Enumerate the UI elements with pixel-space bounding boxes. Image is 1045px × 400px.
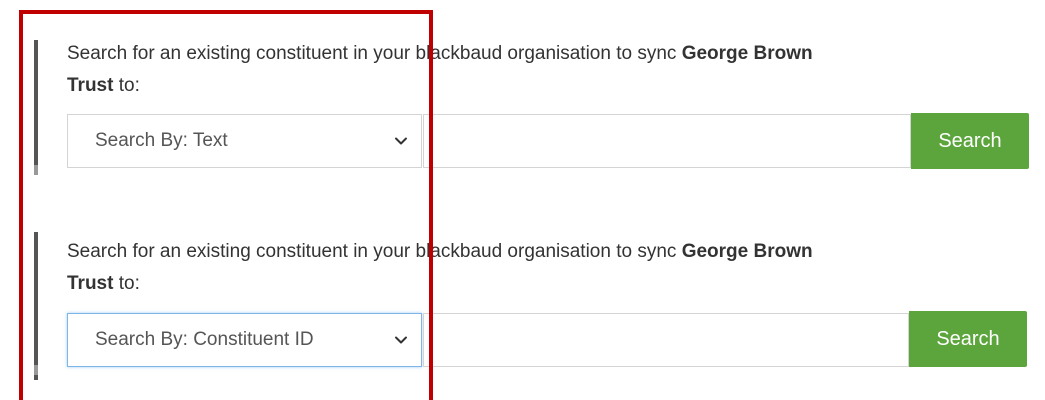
chevron-down-icon [395, 336, 407, 344]
org-name-cont: Trust [67, 273, 114, 294]
prompt-suffix: to: [113, 273, 140, 294]
prompt-prefix: Search for an existing constituent in yo… [67, 43, 682, 64]
search-prompt-text: Search for an existing constituent in yo… [67, 236, 1027, 300]
chevron-down-icon [395, 137, 407, 145]
search-by-select[interactable]: Search By: Text [67, 114, 422, 168]
prompt-prefix: Search for an existing constituent in yo… [67, 241, 682, 262]
prompt-suffix: to: [113, 75, 140, 96]
section-divider-bar [34, 232, 38, 380]
search-panel: Search for an existing constituent in yo… [0, 0, 1045, 400]
select-value: Search By: Text [95, 130, 228, 151]
search-by-select[interactable]: Search By: Constituent ID [67, 313, 422, 367]
section-divider-bar [34, 40, 38, 175]
search-input[interactable] [423, 313, 909, 367]
org-name: George Brown [681, 43, 813, 64]
search-button[interactable]: Search [911, 113, 1029, 169]
search-prompt-text: Search for an existing constituent in yo… [67, 38, 1027, 102]
org-name-cont: Trust [67, 75, 114, 96]
org-name: George Brown [681, 241, 813, 262]
search-button[interactable]: Search [909, 311, 1027, 367]
select-value: Search By: Constituent ID [95, 329, 314, 350]
search-input[interactable] [423, 114, 911, 168]
